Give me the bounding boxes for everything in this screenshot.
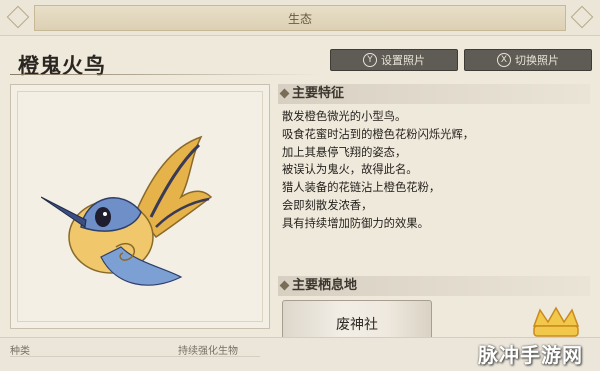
diamond-ornament-icon xyxy=(6,5,30,29)
watermark-text: 脉冲手游网 xyxy=(478,343,583,367)
y-key-icon: Y xyxy=(363,53,377,67)
watermark-logo-icon xyxy=(532,306,580,337)
bird-illustration-icon xyxy=(41,135,213,286)
info-divider xyxy=(10,356,260,357)
features-description: 散发橙色微光的小型鸟。 吸食花蜜时沾到的橙色花粉闪烁光辉， 加上其悬停飞翔的姿态… xyxy=(282,108,582,233)
habitat-location: 废神社 xyxy=(336,317,378,333)
top-header-bar: 生态 xyxy=(0,0,600,36)
description-line: 加上其悬停飞翔的姿态， xyxy=(282,145,407,159)
category-value: 持续强化生物 xyxy=(178,346,238,357)
habitat-heading: 主要栖息地 xyxy=(278,276,590,296)
set-photo-button[interactable]: Y 设置照片 xyxy=(330,49,458,71)
category-label: 种类 xyxy=(10,346,30,357)
features-heading: 主要特征 xyxy=(278,84,590,104)
description-line: 猎人装备的花链沾上橙色花粉， xyxy=(282,181,441,195)
description-line: 被误认为鬼火，故得此名。 xyxy=(282,163,418,177)
description-line: 吸食花蜜时沾到的橙色花粉闪烁光辉， xyxy=(282,127,475,141)
switch-photo-button[interactable]: X 切换照片 xyxy=(464,49,592,71)
diamond-ornament-icon xyxy=(570,5,594,29)
description-line: 会即刻散发浓香， xyxy=(282,198,373,212)
description-line: 散发橙色微光的小型鸟。 xyxy=(282,110,407,123)
creature-illustration-frame xyxy=(10,84,270,329)
x-key-icon: X xyxy=(497,53,511,67)
creature-name: 橙鬼火鸟 xyxy=(18,54,106,78)
title-divider xyxy=(10,74,320,75)
header-tab-ecology[interactable]: 生态 xyxy=(34,5,566,31)
set-photo-label: 设置照片 xyxy=(381,54,425,67)
header-title: 生态 xyxy=(287,11,312,26)
switch-photo-label: 切换照片 xyxy=(515,54,559,67)
description-line: 具有持续增加防御力的效果。 xyxy=(282,216,429,230)
